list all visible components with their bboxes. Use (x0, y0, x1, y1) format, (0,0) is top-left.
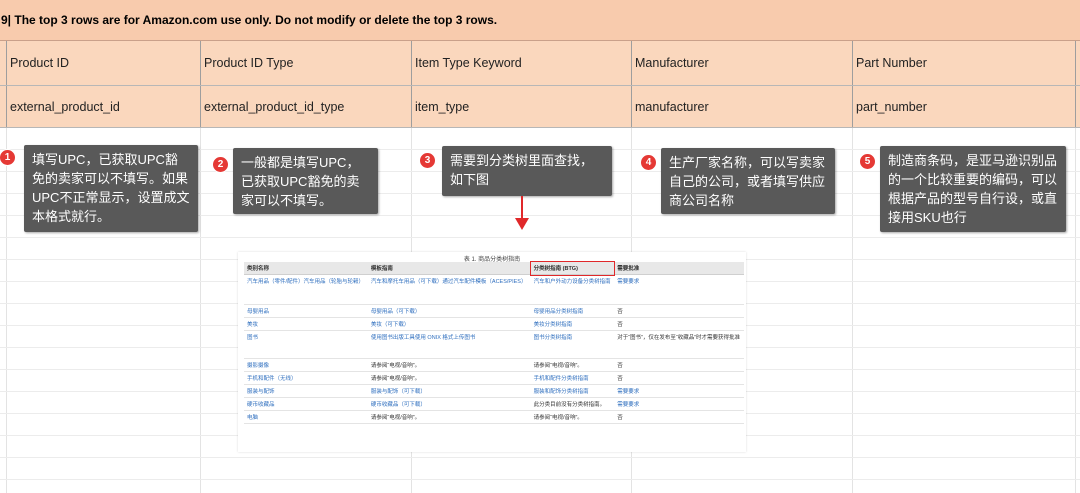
field-cell-part-number[interactable]: part_number (852, 86, 1075, 127)
cell[interactable]: 母婴用品（可下载） (367, 304, 531, 318)
field-cell-manufacturer[interactable]: manufacturer (631, 86, 852, 127)
table-row: 电脑 请参阅“电视/音响”。 请参阅“电视/音响”。 否 (244, 410, 744, 424)
header-cell-product-id-type[interactable]: Product ID Type (200, 41, 411, 85)
cell[interactable]: 手机和配件（无线） (244, 371, 368, 385)
cell: 否 (614, 304, 744, 318)
col-template-guide: 模板指南 (367, 262, 531, 275)
badge-3: 3 (420, 153, 435, 168)
cell[interactable]: 手机和配件分类树指南 (530, 371, 615, 385)
cell[interactable]: 母婴用品 (244, 304, 368, 318)
table-row: 摄影摄像 请参阅“电视/音响”。 请参阅“电视/音响”。 否 (244, 358, 744, 372)
cell[interactable]: 汽车和摩托车用品（可下载）通过汽车配件模板（ACES/PIES） (367, 274, 531, 305)
table-row: 母婴用品 母婴用品（可下载） 母婴用品分类树指南 否 (244, 304, 744, 318)
field-cell-next[interactable] (1075, 86, 1080, 127)
cell: 否 (614, 410, 744, 424)
col-approval: 需要批准 (614, 262, 744, 275)
badge-2: 2 (213, 157, 228, 172)
reserved-rows-banner: 9| The top 3 rows are for Amazon.com use… (0, 0, 1080, 41)
banner-text: 9| The top 3 rows are for Amazon.com use… (1, 13, 498, 27)
arrow-head-icon (515, 218, 529, 230)
cell[interactable]: 汽车和户外动力设备分类树指南 (530, 274, 615, 305)
cell[interactable]: 需要要求 (614, 397, 744, 411)
field-cell-product-id[interactable]: external_product_id (6, 86, 200, 127)
cell: 否 (614, 358, 744, 372)
table-row: 图书 使用图书出版工具使用 ONIX 格式上传图书 图书分类树指南 对于“图书”… (244, 330, 744, 359)
cell: 请参阅“电视/音响”。 (530, 358, 615, 372)
category-tree-table: 类别名称 模板指南 分类树指南 (BTG) 需要批准 汽车用品（零件/配件）汽车… (244, 261, 744, 424)
cell[interactable]: 需要要求 (614, 384, 744, 398)
cell[interactable]: 使用图书出版工具使用 ONIX 格式上传图书 (367, 330, 531, 359)
cell[interactable]: 美妆分类树指南 (530, 317, 615, 331)
header-cell-item-type-keyword[interactable]: Item Type Keyword (411, 41, 631, 85)
callout-product-id-note: 填写UPC，已获取UPC豁免的卖家可以不填写。如果UPC不正常显示，设置成文本格… (24, 145, 198, 232)
cell: 否 (614, 317, 744, 331)
cell: 请参阅“电视/音响”。 (367, 358, 531, 372)
callout-item-type-note: 需要到分类树里面查找，如下图 (442, 146, 612, 196)
cell: 此分类目前没有分类树指南。 (530, 397, 615, 411)
cell[interactable]: 母婴用品分类树指南 (530, 304, 615, 318)
cell[interactable]: 需要要求 (614, 274, 744, 305)
cell[interactable]: 摄影摄像 (244, 358, 368, 372)
table-row: 服装与配饰 服装与配饰（可下载） 服装和配饰分类树指南 需要要求 (244, 384, 744, 398)
col-category-name: 类别名称 (244, 262, 368, 275)
field-name-row: external_product_id external_product_id_… (0, 86, 1080, 128)
header-cell-product-id[interactable]: Product ID (6, 41, 200, 85)
callout-part-number-note: 制造商条码，是亚马逊识别品的一个比较重要的编码，可以根据产品的型号自行设，或直接… (880, 146, 1066, 232)
field-cell-item-type[interactable]: item_type (411, 86, 631, 127)
cell[interactable]: 美妆（可下载） (367, 317, 531, 331)
table-row: 手机和配件（无线） 请参阅“电视/音响”。 手机和配件分类树指南 否 (244, 371, 744, 385)
cell[interactable]: 汽车用品（零件/配件）汽车用品（轮胎与轮毂） (244, 274, 368, 305)
cell[interactable]: 美妆 (244, 317, 368, 331)
cell[interactable]: 图书分类树指南 (530, 330, 615, 359)
cell[interactable]: 服装和配饰分类树指南 (530, 384, 615, 398)
callout-product-id-type-note: 一般都是填写UPC，已获取UPC豁免的卖家可以不填写。 (233, 148, 378, 214)
cell: 否 (614, 371, 744, 385)
cell[interactable]: 硬币收藏品（可下载） (367, 397, 531, 411)
callout-manufacturer-note: 生产厂家名称，可以写卖家自己的公司，或者填写供应商公司名称 (661, 148, 835, 214)
header-cell-manufacturer[interactable]: Manufacturer (631, 41, 852, 85)
field-cell-product-id-type[interactable]: external_product_id_type (200, 86, 411, 127)
label-row: Product ID Product ID Type Item Type Key… (0, 41, 1080, 86)
header-cell-part-number[interactable]: Part Number (852, 41, 1075, 85)
badge-4: 4 (641, 155, 656, 170)
cell: 请参阅“电视/音响”。 (530, 410, 615, 424)
cell: 请参阅“电视/音响”。 (367, 410, 531, 424)
cell: 请参阅“电视/音响”。 (367, 371, 531, 385)
table-row: 硬币收藏品 硬币收藏品（可下载） 此分类目前没有分类树指南。 需要要求 (244, 397, 744, 411)
cell[interactable]: 服装与配饰 (244, 384, 368, 398)
arrow-down-icon (521, 196, 523, 220)
cell[interactable]: 图书 (244, 330, 368, 359)
table-row: 美妆 美妆（可下载） 美妆分类树指南 否 (244, 317, 744, 331)
badge-5: 5 (860, 154, 875, 169)
cell[interactable]: 服装与配饰（可下载） (367, 384, 531, 398)
embedded-category-tree-screenshot: 表 1. 商品分类树指南 类别名称 模板指南 分类树指南 (BTG) 需要批准 … (238, 252, 746, 452)
col-btg: 分类树指南 (BTG) (529, 261, 616, 276)
cell: 对于“图书”，仅在发布至“收藏品”时才需要获得批准 (614, 330, 744, 359)
cell[interactable]: 硬币收藏品 (244, 397, 368, 411)
table-row: 汽车用品（零件/配件）汽车用品（轮胎与轮毂） 汽车和摩托车用品（可下载）通过汽车… (244, 274, 744, 305)
badge-1: 1 (0, 150, 15, 165)
cell[interactable]: 电脑 (244, 410, 368, 424)
header-cell-next[interactable] (1075, 41, 1080, 85)
